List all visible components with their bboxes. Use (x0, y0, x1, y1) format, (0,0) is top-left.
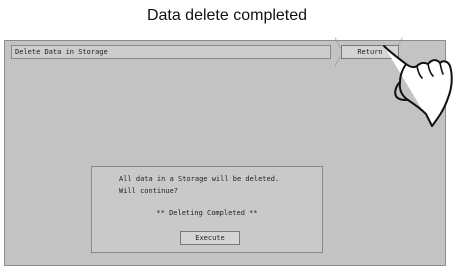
dialog-message-line1: All data in a Storage will be deleted. (119, 175, 280, 183)
dialog-message-line2: Will continue? (119, 187, 179, 195)
dialog-status: ** Deleting Completed ** (156, 209, 258, 217)
execute-button[interactable]: Execute (180, 231, 240, 245)
screen-title: Delete Data in Storage (11, 45, 331, 59)
caption: Data delete completed (146, 7, 308, 24)
delete-dialog: All data in a Storage will be deleted. W… (91, 166, 323, 253)
pointing-hand-icon (383, 45, 453, 127)
